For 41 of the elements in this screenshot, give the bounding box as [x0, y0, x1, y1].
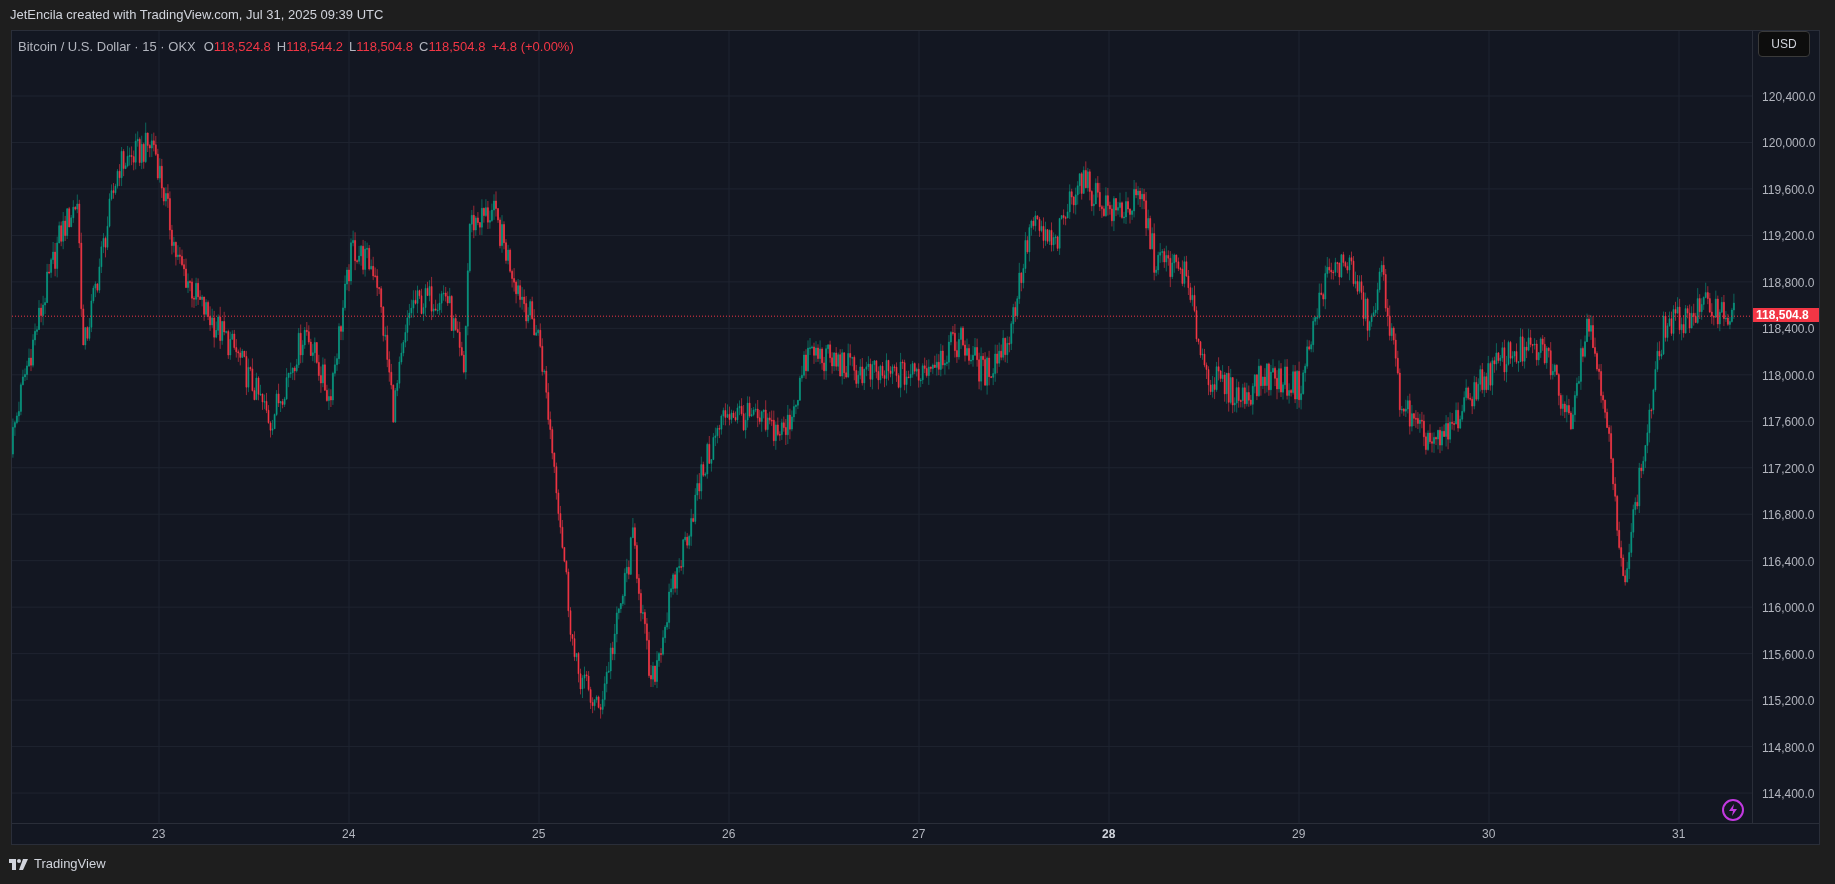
ohlc-label: C — [419, 38, 429, 56]
price-label: 119,200.0 — [1762, 229, 1815, 244]
date-label: 25 — [532, 827, 546, 841]
price-label: 117,200.0 — [1762, 461, 1815, 476]
price-label: 120,000.0 — [1762, 136, 1816, 151]
price-label: 115,200.0 — [1762, 694, 1815, 709]
price-label: 114,800.0 — [1762, 740, 1815, 755]
date-label: 27 — [912, 827, 926, 841]
price-label: 119,600.0 — [1762, 182, 1815, 197]
symbol-title: Bitcoin / U.S. Dollar · 15 · OKX — [18, 38, 196, 56]
price-label: 116,000.0 — [1762, 601, 1815, 616]
price-label: 116,800.0 — [1762, 508, 1815, 523]
price-label: 115,600.0 — [1762, 647, 1815, 662]
ohlc-value: 118,504.8 — [428, 38, 486, 56]
price-label: 118,400.0 — [1762, 322, 1815, 337]
currency-button[interactable]: USD — [1758, 31, 1811, 57]
ohlc-label: H — [276, 38, 287, 56]
date-label: 31 — [1672, 827, 1686, 841]
date-label: 28 — [1102, 827, 1116, 841]
date-label: 24 — [342, 827, 356, 841]
chart-caption: JetEncila created with TradingView.com, Jul 31, 2025 09:39 UTC — [10, 6, 384, 25]
logo-icon — [9, 858, 29, 870]
lightning-icon[interactable] — [1722, 799, 1744, 821]
price-change: +4.8 (+0.00%) — [491, 38, 574, 56]
price-label: 114,400.0 — [1762, 787, 1815, 802]
price-label: 120,400.0 — [1762, 90, 1816, 104]
price-label: 118,000.0 — [1762, 368, 1815, 383]
price-label: 118,800.0 — [1762, 275, 1815, 290]
date-label: 26 — [722, 827, 736, 841]
date-label: 23 — [152, 827, 166, 841]
price-label: 117,600.0 — [1762, 415, 1815, 430]
last-price-tag: 118,504.8 — [1753, 308, 1820, 323]
ohlc-value: 118,524.8 — [213, 38, 271, 56]
ohlc-label: L — [349, 38, 357, 56]
ohlc-value: 118,504.8 — [356, 38, 414, 56]
price-label: 116,400.0 — [1762, 554, 1815, 569]
ohlc-value: 118,544.2 — [286, 38, 343, 56]
brand-name: TradingView — [34, 855, 106, 874]
ohlc-label: O — [203, 38, 214, 56]
date-label: 29 — [1292, 827, 1306, 841]
date-label: 30 — [1482, 827, 1496, 841]
